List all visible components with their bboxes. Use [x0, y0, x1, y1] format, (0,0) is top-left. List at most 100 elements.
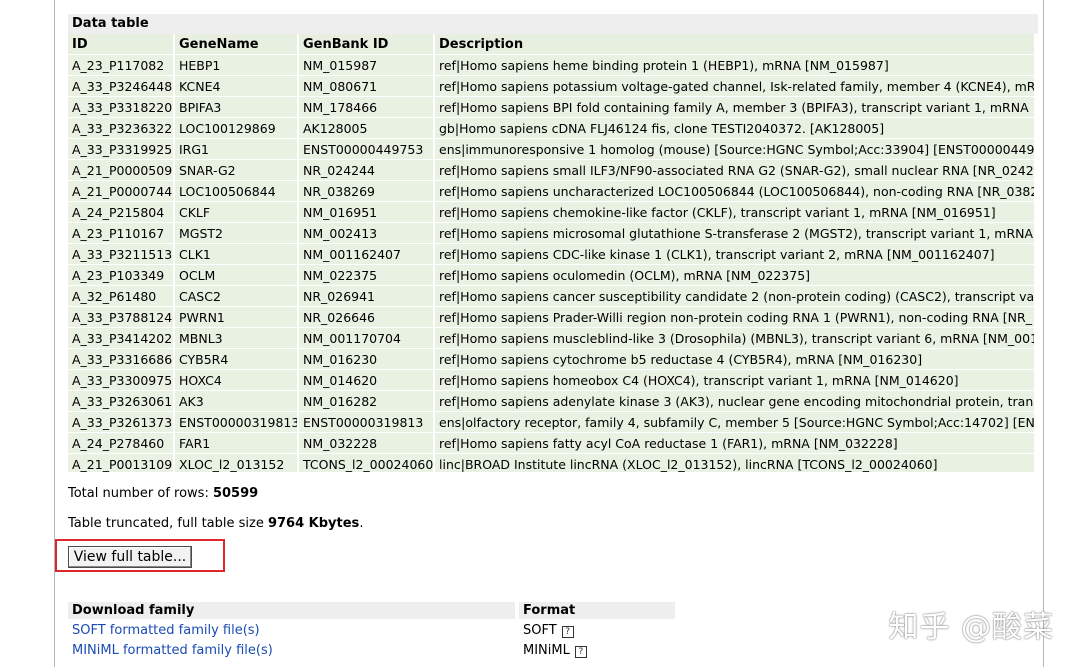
truncated-label: Table truncated, full table size — [68, 516, 268, 531]
cell-id: A_33_P3319925 — [68, 139, 173, 160]
cell-genename: ENST00000319813 — [175, 412, 297, 433]
cell-genbank-id: NM_022375 — [299, 265, 433, 286]
cell-genename: CYB5R4 — [175, 349, 297, 370]
cell-description: ref|Homo sapiens oculomedin (OCLM), mRNA… — [435, 265, 1034, 286]
total-rows-value: 50599 — [212, 486, 259, 501]
cell-id: A_21_P0000744 — [68, 181, 173, 202]
cell-id: A_23_P103349 — [68, 265, 173, 286]
cell-description: ref|Homo sapiens potassium voltage-gated… — [435, 76, 1034, 97]
cell-genename: LOC100506844 — [175, 181, 297, 202]
cell-description: ref|Homo sapiens homeobox C4 (HOXC4), tr… — [435, 370, 1034, 391]
cell-genbank-id: ENST00000449753 — [299, 139, 433, 160]
cell-description: linc|BROAD Institute lincRNA (XLOC_l2_01… — [435, 454, 1034, 472]
cell-genename: IRG1 — [175, 139, 297, 160]
table-row: A_23_P117082 HEBP1 NM_015987 ref|Homo sapie… — [68, 55, 1034, 76]
column-header-genename: GeneName — [175, 34, 297, 55]
table-row: A_24_P215804 CKLF NM_016951 ref|Homo sapien… — [68, 202, 1034, 223]
cell-description: ref|Homo sapiens Prader-Willi region non… — [435, 307, 1034, 328]
miniml-family-file-link[interactable]: MINiML formatted family file(s) — [72, 643, 273, 659]
soft-family-file-link[interactable]: SOFT formatted family file(s) — [72, 623, 260, 639]
cell-description: ref|Homo sapiens muscleblind-like 3 (Dro… — [435, 328, 1034, 349]
miniml-format-label: MINiML — [523, 643, 570, 658]
cell-description: ens|olfactory receptor, family 4, subfam… — [435, 412, 1034, 433]
cell-genbank-id: NR_026941 — [299, 286, 433, 307]
geo-content: Data table ID GeneName GenBank ID Descri… — [55, 0, 1038, 658]
help-icon[interactable]: ? — [574, 646, 587, 658]
table-row: A_23_P110167 MGST2 NM_002413 ref|Homo sapie… — [68, 223, 1034, 244]
table-row: A_33_P3246448 KCNE4 NM_080671 ref|Homo sapi… — [68, 76, 1034, 97]
table-row: A_33_P3319925 IRG1 ENST00000449753 ens|immu… — [68, 139, 1034, 160]
cell-genename: HOXC4 — [175, 370, 297, 391]
cell-id: A_32_P61480 — [68, 286, 173, 307]
cell-description: ref|Homo sapiens microsomal glutathione … — [435, 223, 1034, 244]
total-rows-text: Total number of rows: 50599 — [68, 486, 258, 502]
table-row: A_24_P278460 FAR1 NM_032228 ref|Homo sapien… — [68, 433, 1034, 454]
cell-genename: MGST2 — [175, 223, 297, 244]
cell-genename: CKLF — [175, 202, 297, 223]
cell-description: ref|Homo sapiens chemokine-like factor (… — [435, 202, 1034, 223]
cell-description: ref|Homo sapiens adenylate kinase 3 (AK3… — [435, 391, 1034, 412]
cell-id: A_21_P0000509 — [68, 160, 173, 181]
table-row: A_21_P0000744 LOC100506844 NR_038269 ref|Ho… — [68, 181, 1034, 202]
table-row: A_33_P3788124 PWRN1 NR_026646 ref|Homo sapi… — [68, 307, 1034, 328]
cell-id: A_33_P3300975 — [68, 370, 173, 391]
cell-description: ref|Homo sapiens fatty acyl CoA reductas… — [435, 433, 1034, 454]
cell-genename: BPIFA3 — [175, 97, 297, 118]
cell-id: A_33_P3261373 — [68, 412, 173, 433]
help-icon[interactable]: ? — [561, 626, 574, 638]
cell-genbank-id: NM_015987 — [299, 55, 433, 76]
cell-genbank-id: NM_002413 — [299, 223, 433, 244]
data-table-scroll-area[interactable]: ID GeneName GenBank ID Description A_23_… — [68, 34, 1036, 472]
cell-description: ref|Homo sapiens BPI fold containing fam… — [435, 97, 1034, 118]
data-table-caption: Data table — [68, 14, 1038, 34]
cell-id: A_23_P117082 — [68, 55, 173, 76]
total-rows-label: Total number of rows: — [68, 486, 213, 501]
cell-id: A_33_P3263061 — [68, 391, 173, 412]
soft-format-label: SOFT — [523, 623, 557, 638]
data-table: ID GeneName GenBank ID Description A_23_… — [68, 34, 1036, 472]
cell-id: A_33_P3211513 — [68, 244, 173, 265]
table-header-row: ID GeneName GenBank ID Description — [68, 34, 1034, 55]
watermark: 知乎 @酸菜 — [888, 610, 1054, 645]
truncated-suffix: . — [359, 516, 364, 531]
table-row: A_21_P0000509 SNAR-G2 NR_024244 ref|Homo sa… — [68, 160, 1034, 181]
cell-id: A_23_P110167 — [68, 223, 173, 244]
cell-genbank-id: TCONS_l2_00024060 — [299, 454, 433, 472]
table-row: A_33_P3300975 HOXC4 NM_014620 ref|Homo sapi… — [68, 370, 1034, 391]
table-row: A_32_P61480 CASC2 NR_026941 ref|Homo sapien… — [68, 286, 1034, 307]
column-header-id: ID — [68, 34, 173, 55]
format-header: Format — [519, 602, 675, 619]
cell-genename: XLOC_l2_013152 — [175, 454, 297, 472]
cell-genename: MBNL3 — [175, 328, 297, 349]
view-full-table-button[interactable]: View full table... — [68, 546, 192, 568]
cell-description: ref|Homo sapiens CDC-like kinase 1 (CLK1… — [435, 244, 1034, 265]
cell-genbank-id: ENST00000319813 — [299, 412, 433, 433]
cell-genename: HEBP1 — [175, 55, 297, 76]
cell-genbank-id: NR_038269 — [299, 181, 433, 202]
cell-genename: CASC2 — [175, 286, 297, 307]
cell-genename: CLK1 — [175, 244, 297, 265]
cell-genbank-id: NM_016282 — [299, 391, 433, 412]
download-family-header: Download family — [68, 602, 515, 619]
cell-id: A_24_P278460 — [68, 433, 173, 454]
table-row: A_33_P3236322 LOC100129869 AK128005 gb|Homo… — [68, 118, 1034, 139]
cell-genename: FAR1 — [175, 433, 297, 454]
cell-genbank-id: NM_001170704 — [299, 328, 433, 349]
cell-id: A_33_P3414202 — [68, 328, 173, 349]
cell-description: ref|Homo sapiens heme binding protein 1 … — [435, 55, 1034, 76]
cell-genename: OCLM — [175, 265, 297, 286]
cell-description: ref|Homo sapiens small ILF3/NF90-associa… — [435, 160, 1034, 181]
cell-genename: AK3 — [175, 391, 297, 412]
column-header-genbank-id: GenBank ID — [299, 34, 433, 55]
cell-description: gb|Homo sapiens cDNA FLJ46124 fis, clone… — [435, 118, 1034, 139]
full-table-size: 9764 Kbytes — [267, 516, 360, 531]
cell-id: A_33_P3236322 — [68, 118, 173, 139]
data-table-body: A_23_P117082 HEBP1 NM_015987 ref|Homo sapie… — [68, 55, 1034, 472]
table-truncated-text: Table truncated, full table size 9764 Kb… — [68, 516, 363, 532]
cell-id: A_33_P3246448 — [68, 76, 173, 97]
cell-description: ref|Homo sapiens cancer susceptibility c… — [435, 286, 1034, 307]
miniml-format-cell: MINiML? — [523, 643, 587, 659]
cell-genbank-id: NM_016951 — [299, 202, 433, 223]
cell-description: ref|Homo sapiens cytochrome b5 reductase… — [435, 349, 1034, 370]
table-row: A_33_P3263061 AK3 NM_016282 ref|Homo sapien… — [68, 391, 1034, 412]
